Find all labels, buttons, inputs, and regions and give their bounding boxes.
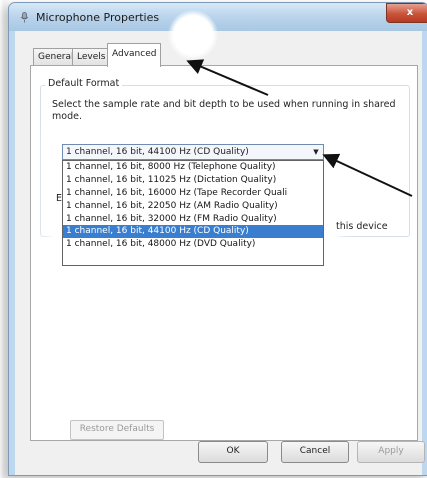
list-item[interactable]: 1 channel, 16 bit, 16000 Hz (Tape Record… [63, 187, 323, 200]
apply-button[interactable]: Apply [357, 441, 425, 463]
list-item[interactable]: 1 channel, 16 bit, 22050 Hz (AM Radio Qu… [63, 200, 323, 213]
sample-rate-options-list[interactable]: 1 channel, 16 bit, 8000 Hz (Telephone Qu… [62, 160, 324, 266]
default-format-description: Select the sample rate and bit depth to … [52, 99, 396, 122]
format-dropdown-overlay: 1 channel, 16 bit, 44100 Hz (CD Quality)… [54, 140, 334, 270]
list-item[interactable]: 1 channel, 16 bit, 8000 Hz (Telephone Qu… [63, 161, 323, 174]
title-bar[interactable]: Microphone Properties x [9, 3, 427, 31]
restore-defaults-button[interactable]: Restore Defaults [70, 420, 164, 440]
cancel-button[interactable]: Cancel [281, 441, 349, 463]
list-item[interactable]: 1 channel, 16 bit, 32000 Hz (FM Radio Qu… [63, 213, 323, 226]
default-format-title: Default Format [45, 78, 123, 89]
tab-general-label: General [38, 52, 74, 62]
ok-button[interactable]: OK [198, 441, 268, 463]
list-item[interactable]: 1 channel, 16 bit, 44100 Hz (CD Quality) [63, 225, 323, 239]
close-button[interactable]: x [386, 3, 427, 23]
tab-advanced-label: Advanced [112, 49, 157, 59]
sample-rate-combobox[interactable]: 1 channel, 16 bit, 44100 Hz (CD Quality)… [62, 144, 324, 160]
tab-advanced[interactable]: Advanced [107, 43, 162, 67]
chevron-down-icon[interactable]: ▼ [309, 145, 323, 159]
tab-levels[interactable]: Levels [72, 48, 111, 66]
tab-highlight [168, 10, 218, 60]
hidden-text-fragment-right: this device [336, 221, 388, 232]
window-title: Microphone Properties [36, 11, 160, 24]
microphone-icon [20, 12, 29, 23]
hidden-text-fragment-left: E [56, 193, 63, 204]
tab-levels-label: Levels [77, 52, 106, 62]
combobox-value: 1 channel, 16 bit, 44100 Hz (CD Quality) [66, 147, 249, 157]
list-item[interactable]: 1 channel, 16 bit, 48000 Hz (DVD Quality… [63, 238, 323, 251]
list-item[interactable]: 1 channel, 16 bit, 11025 Hz (Dictation Q… [63, 174, 323, 187]
close-icon: x [406, 7, 414, 18]
